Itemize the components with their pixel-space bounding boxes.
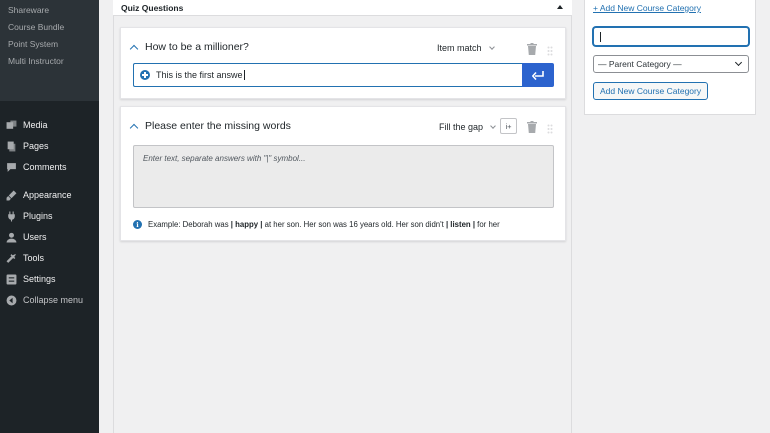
add-answer-button[interactable] — [522, 63, 554, 87]
sidebar-item-pages[interactable]: Pages — [6, 138, 49, 154]
submenu-item-point-system[interactable]: Point System — [8, 39, 58, 49]
fill-gap-textarea[interactable]: Enter text, separate answers with "|" sy… — [133, 145, 554, 208]
example-suffix: for her — [475, 220, 500, 229]
plus-circle-icon — [140, 70, 150, 80]
trash-icon[interactable] — [527, 42, 537, 55]
example-hint: i Example: Deborah was | happy | at her … — [133, 220, 500, 229]
question-type-select[interactable]: Fill the gap — [439, 122, 496, 132]
collapse-menu-button[interactable]: Collapse menu — [6, 292, 83, 308]
text-cursor — [600, 32, 601, 42]
pages-icon — [6, 141, 17, 152]
collapse-icon — [6, 295, 17, 306]
sidebar-item-appearance[interactable]: Appearance — [6, 187, 72, 203]
new-category-input[interactable] — [593, 27, 749, 46]
question-title-row[interactable]: Please enter the missing words — [129, 120, 291, 132]
question-type-select[interactable]: Item match — [437, 43, 495, 53]
info-icon: i — [133, 220, 142, 229]
drag-handle-icon[interactable] — [547, 121, 553, 134]
parent-category-selected: — Parent Category — — [598, 59, 682, 69]
parent-category-select[interactable]: — Parent Category — — [593, 55, 749, 73]
chevron-up-icon[interactable] — [129, 123, 139, 132]
sidebar-item-plugins[interactable]: Plugins — [6, 208, 53, 224]
admin-sidebar: Shareware Course Bundle Point System Mul… — [0, 0, 99, 433]
collapse-menu-label: Collapse menu — [23, 295, 84, 305]
sidebar-item-label: Comments — [23, 162, 67, 172]
sidebar-item-label: Settings — [23, 274, 56, 284]
sidebar-item-label: Appearance — [23, 190, 72, 200]
question-title-row[interactable]: How to be a millioner? — [129, 41, 249, 53]
textarea-placeholder: Enter text, separate answers with "|" sy… — [143, 154, 306, 163]
sidebar-item-label: Tools — [23, 253, 45, 263]
question-type-label: Fill the gap — [439, 122, 484, 132]
text-cursor — [243, 70, 245, 80]
add-new-category-link[interactable]: + Add New Course Category — [593, 3, 701, 13]
sidebar-item-label: Plugins — [23, 211, 53, 221]
question-title[interactable]: How to be a millioner? — [145, 41, 249, 53]
course-category-panel: + Add New Course Category — Parent Categ… — [584, 0, 756, 115]
quiz-questions-header[interactable]: Quiz Questions — [113, 0, 572, 16]
tools-icon — [6, 253, 17, 264]
sidebar-item-label: Pages — [23, 141, 49, 151]
media-icon — [6, 120, 17, 131]
users-icon — [6, 232, 17, 243]
sidebar-item-media[interactable]: Media — [6, 117, 48, 133]
example-middle: at her son. Her son was 16 years old. He… — [262, 220, 446, 229]
chevron-down-icon — [490, 122, 496, 129]
sidebar-item-label: Media — [23, 120, 48, 130]
answer-input[interactable]: This is the first answe — [133, 63, 523, 87]
caret-up-icon[interactable] — [557, 5, 563, 9]
sidebar-item-users[interactable]: Users — [6, 229, 47, 245]
sidebar-item-tools[interactable]: Tools — [6, 250, 44, 266]
quiz-questions-title: Quiz Questions — [121, 3, 184, 13]
chevron-up-icon[interactable] — [129, 44, 139, 53]
question-title[interactable]: Please enter the missing words — [145, 120, 291, 132]
appearance-icon — [6, 190, 17, 201]
submenu-item-course-bundle[interactable]: Course Bundle — [8, 22, 64, 32]
chevron-down-icon — [734, 58, 743, 67]
enter-arrow-icon — [532, 70, 544, 80]
example-prefix: Example: Deborah was — [148, 220, 231, 229]
question-type-label: Item match — [437, 43, 482, 53]
drag-handle-icon[interactable] — [547, 43, 553, 56]
example-bold-happy: | happy | — [230, 220, 263, 229]
submenu-item-shareware[interactable]: Shareware — [8, 5, 49, 15]
plugins-icon — [6, 211, 17, 222]
add-category-button[interactable]: Add New Course Category — [593, 82, 709, 100]
chevron-down-icon — [488, 43, 495, 50]
question-card: Please enter the missing words Fill the … — [120, 106, 566, 241]
sidebar-item-settings[interactable]: Settings — [6, 271, 56, 287]
answer-input-value: This is the first answe — [156, 70, 243, 80]
settings-icon — [6, 274, 17, 285]
sidebar-item-comments[interactable]: Comments — [6, 159, 67, 175]
trash-icon[interactable] — [527, 120, 537, 133]
hint-button[interactable]: i+ — [500, 118, 517, 134]
submenu-item-multi-instructor[interactable]: Multi Instructor — [8, 56, 64, 66]
sidebar-item-label: Users — [23, 232, 47, 242]
sidebar-submenu: Shareware Course Bundle Point System Mul… — [0, 0, 99, 101]
comments-icon — [6, 162, 17, 173]
question-card: How to be a millioner? Item match This i… — [120, 27, 566, 99]
example-bold-listen: | listen | — [445, 220, 476, 229]
